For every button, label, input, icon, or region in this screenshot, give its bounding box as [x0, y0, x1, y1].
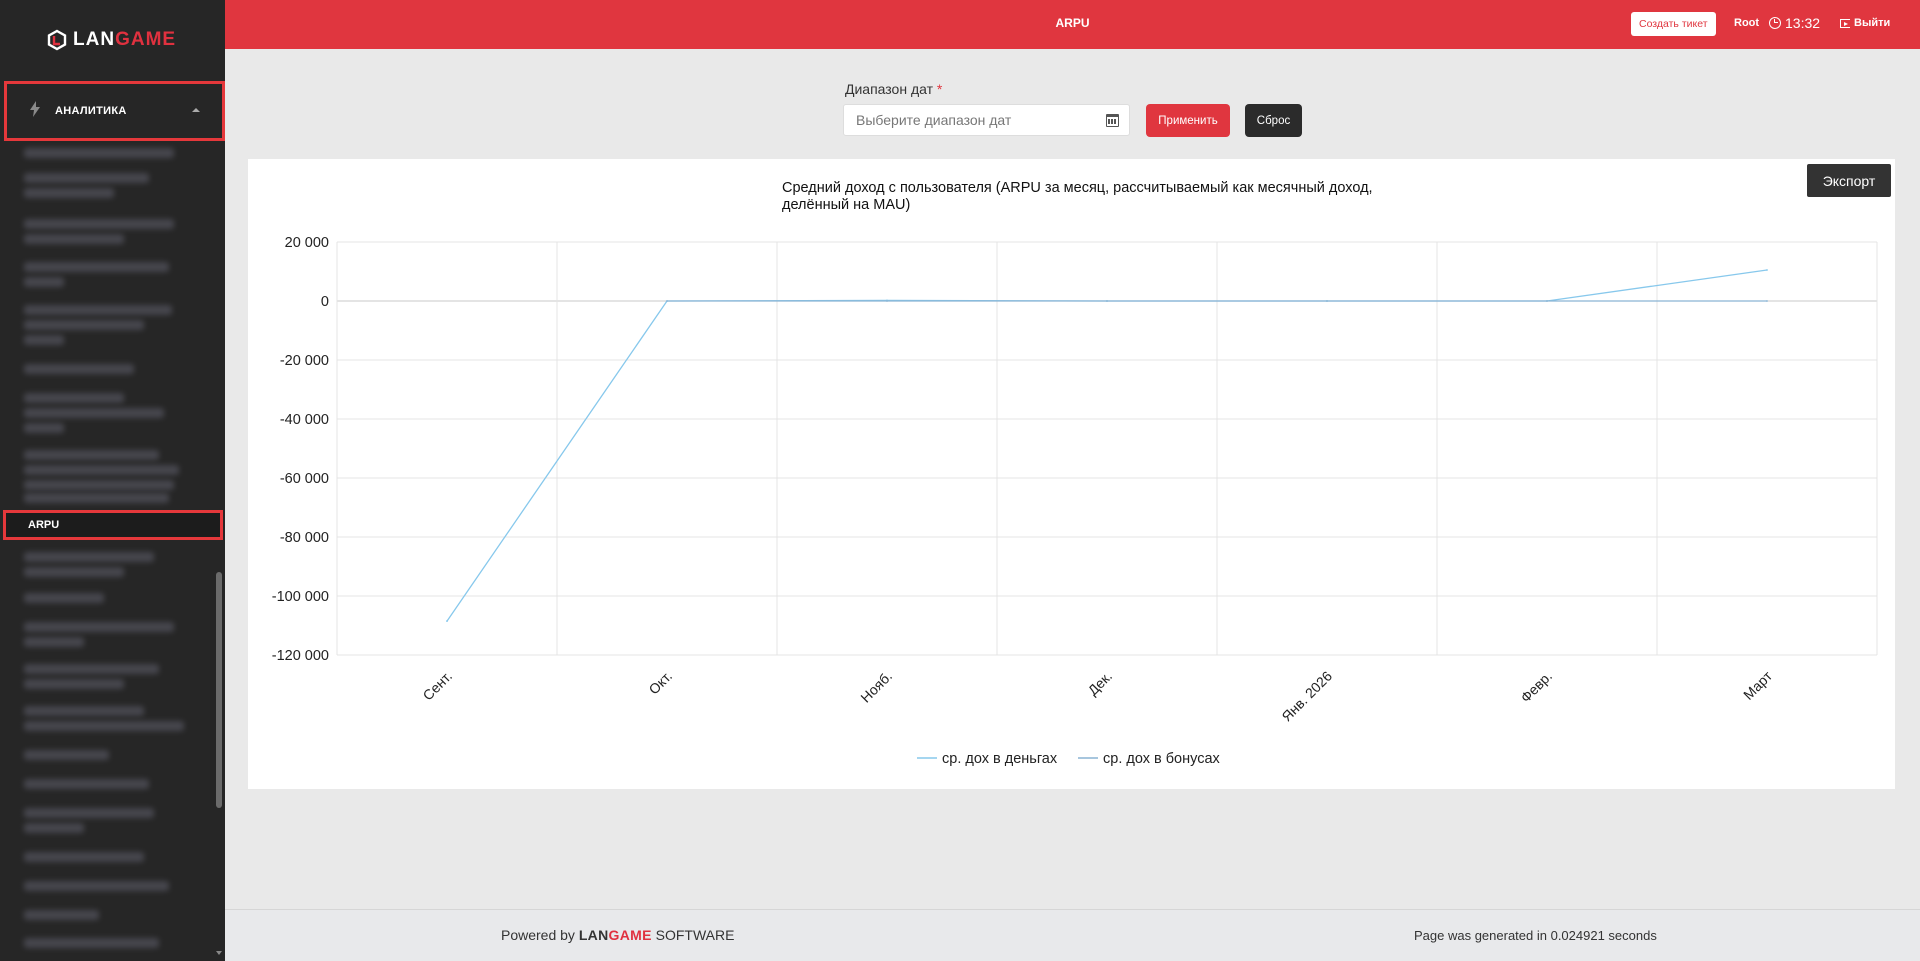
- series-2-point: [1106, 300, 1108, 302]
- y-tick-label: -60 000: [280, 471, 329, 487]
- x-tick-label: Окт.: [645, 668, 675, 698]
- series-2-point: [886, 300, 888, 302]
- y-tick-label: 20 000: [285, 235, 329, 251]
- x-tick-label: Дек.: [1085, 668, 1116, 699]
- legend-label: ср. дох в деньгах: [942, 751, 1058, 767]
- series-1-point: [446, 620, 448, 622]
- x-tick-label: Март: [1740, 667, 1775, 702]
- y-tick-label: -20 000: [280, 353, 329, 369]
- x-tick-label: Янв. 2026: [1278, 668, 1335, 725]
- series-2-point: [1546, 300, 1548, 302]
- generation-time: Page was generated in 0.024921 seconds: [1414, 928, 1657, 943]
- powered-by: Powered by LANGAME SOFTWARE: [501, 927, 735, 943]
- series-1-point: [1766, 269, 1768, 271]
- footer-brand: LANGAME: [578, 927, 652, 943]
- series-2-point: [1326, 300, 1328, 302]
- arpu-line-chart: 20 000 0 -20 000 -40 000 -60 000 -80 000 -100 …: [272, 235, 1878, 767]
- series-line-1: [446, 269, 1768, 622]
- x-tick-label: Сент.: [419, 668, 455, 704]
- series-2-point: [666, 300, 668, 302]
- y-tick-label: -80 000: [280, 530, 329, 546]
- legend-label: ср. дох в бонусах: [1103, 751, 1221, 767]
- y-tick-label: -100 000: [272, 589, 329, 605]
- x-tick-label: Нояб.: [857, 668, 895, 706]
- y-tick-label: -120 000: [272, 648, 329, 664]
- series-2-point: [1766, 300, 1768, 302]
- y-tick-label: 0: [321, 294, 329, 310]
- y-tick-label: -40 000: [280, 412, 329, 428]
- x-tick-label: Февр.: [1517, 668, 1555, 706]
- footer: Powered by LANGAME SOFTWARE Page was gen…: [225, 909, 1920, 961]
